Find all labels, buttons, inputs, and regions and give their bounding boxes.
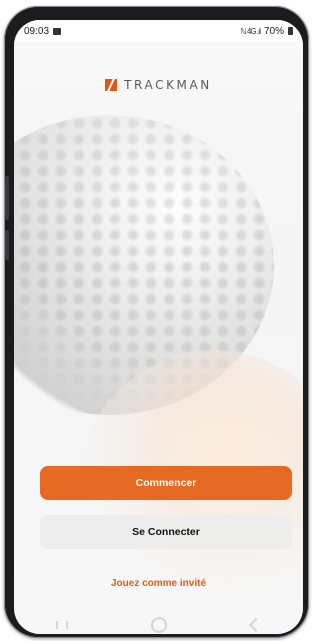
recent-apps-icon[interactable] <box>55 621 68 629</box>
phone-frame: 09:03 ℕ 4G .ıl 70% TRACKMAN Commencer Se… <box>4 6 309 638</box>
battery-icon <box>288 27 293 35</box>
app-screen: 09:03 ℕ 4G .ıl 70% TRACKMAN Commencer Se… <box>14 20 303 634</box>
start-button[interactable]: Commencer <box>40 466 292 500</box>
status-right: ℕ 4G .ıl 70% <box>240 26 293 37</box>
login-button[interactable]: Se Connecter <box>40 515 292 549</box>
status-left: 09:03 <box>24 25 62 37</box>
home-icon[interactable] <box>151 617 168 633</box>
back-icon[interactable] <box>249 617 264 633</box>
status-bar: 09:03 ℕ 4G .ıl 70% <box>14 20 303 42</box>
guest-link[interactable]: Jouez comme invité <box>14 578 303 589</box>
status-time: 09:03 <box>24 25 50 37</box>
trackman-logo-icon <box>105 79 118 91</box>
brand-name: TRACKMAN <box>124 78 212 92</box>
power-button <box>5 230 9 260</box>
system-nav-bar <box>14 616 303 634</box>
brand-header: TRACKMAN <box>14 78 303 92</box>
battery-percent: 70% <box>263 25 284 37</box>
signal-icon: ℕ 4G .ıl <box>240 26 261 36</box>
message-icon <box>53 27 62 35</box>
volume-button <box>5 176 9 220</box>
